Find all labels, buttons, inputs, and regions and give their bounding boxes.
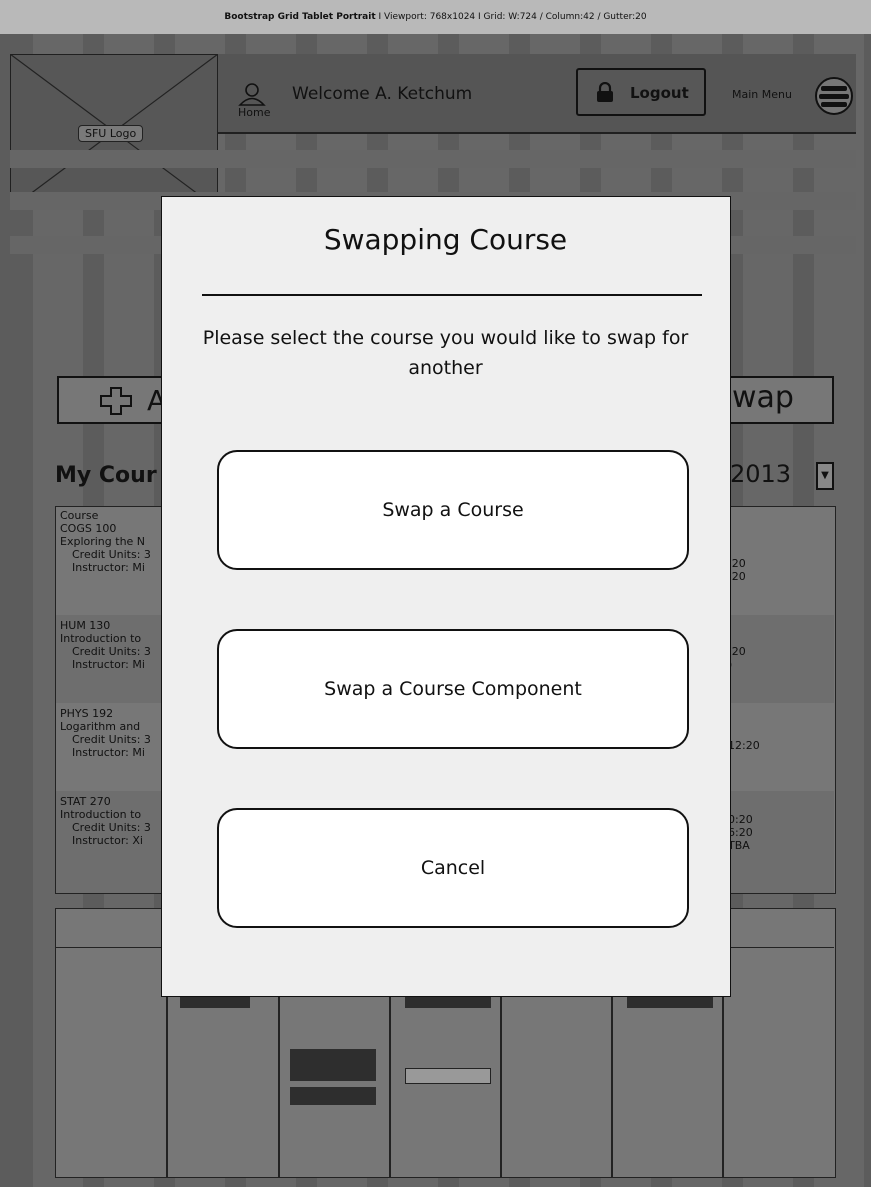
swap-label: wap <box>732 380 794 415</box>
course-title: Introduction to <box>60 808 142 821</box>
instructor: Instructor: Mi <box>72 658 145 671</box>
swap-component-button[interactable]: Swap a Course Component <box>217 629 689 749</box>
course-code: PHYS 192 <box>60 707 114 720</box>
dropdown-arrow-icon: ▼ <box>816 462 834 490</box>
logout-label: Logout <box>630 84 689 102</box>
instructor: Instructor: Mi <box>72 561 145 574</box>
main-menu-label: Main Menu <box>732 88 792 101</box>
swap-button-background: wap <box>716 376 834 424</box>
term-value: 2013 <box>730 460 792 488</box>
content-stripe <box>10 150 856 168</box>
calendar-block <box>405 1068 491 1084</box>
credit-units: Credit Units: 3 <box>72 821 151 834</box>
calendar-block <box>405 996 491 1008</box>
course-title: Logarithm and <box>60 720 141 733</box>
credit-units: Credit Units: 3 <box>72 645 151 658</box>
home-link[interactable]: Home <box>238 106 270 119</box>
course-title: Introduction to <box>60 632 142 645</box>
schedule-time: TBA <box>728 839 750 852</box>
viewport-info-bar: Bootstrap Grid Tablet Portrait I Viewpor… <box>0 0 871 34</box>
course-code: COGS 100 <box>60 522 117 535</box>
cancel-button[interactable]: Cancel <box>217 808 689 928</box>
logo-placeholder: SFU Logo <box>10 54 218 209</box>
calendar-block <box>290 1087 376 1105</box>
modal-message: Please select the course you would like … <box>202 327 689 379</box>
schedule-time: 12:20 <box>728 739 760 752</box>
credit-units: Credit Units: 3 <box>72 733 151 746</box>
viewport-title: Bootstrap Grid Tablet Portrait <box>224 12 376 22</box>
course-code: HUM 130 <box>60 619 111 632</box>
calendar-block <box>290 1049 376 1081</box>
modal-title: Swapping Course <box>323 223 568 256</box>
viewport-details: I Viewport: 768x1024 I Grid: W:724 / Col… <box>375 12 647 22</box>
swap-course-modal: Swapping Course Please select the course… <box>161 196 731 997</box>
welcome-text: Welcome A. Ketchum <box>292 84 473 104</box>
my-courses-heading: My Cour <box>55 463 157 488</box>
calendar-block <box>627 996 713 1008</box>
instructor: Instructor: Mi <box>72 746 145 759</box>
logo-label: SFU Logo <box>78 125 144 142</box>
logout-button[interactable]: Logout <box>576 68 706 116</box>
course-code: STAT 270 <box>60 795 111 808</box>
schedule-time: 6:20 <box>728 826 753 839</box>
modal-divider <box>202 294 702 296</box>
swap-course-button[interactable]: Swap a Course <box>217 450 689 570</box>
plus-icon <box>100 387 132 415</box>
calendar-block <box>180 996 250 1008</box>
course-title: Exploring the N <box>60 535 146 548</box>
column-header: Course <box>60 509 99 522</box>
schedule-time: 0:20 <box>728 813 753 826</box>
term-select: 2013 ▼ <box>730 460 836 494</box>
instructor: Instructor: Xi <box>72 834 143 847</box>
hamburger-menu-icon[interactable] <box>814 76 854 116</box>
lock-icon <box>597 82 613 102</box>
user-icon[interactable] <box>238 82 266 106</box>
credit-units: Credit Units: 3 <box>72 548 151 561</box>
